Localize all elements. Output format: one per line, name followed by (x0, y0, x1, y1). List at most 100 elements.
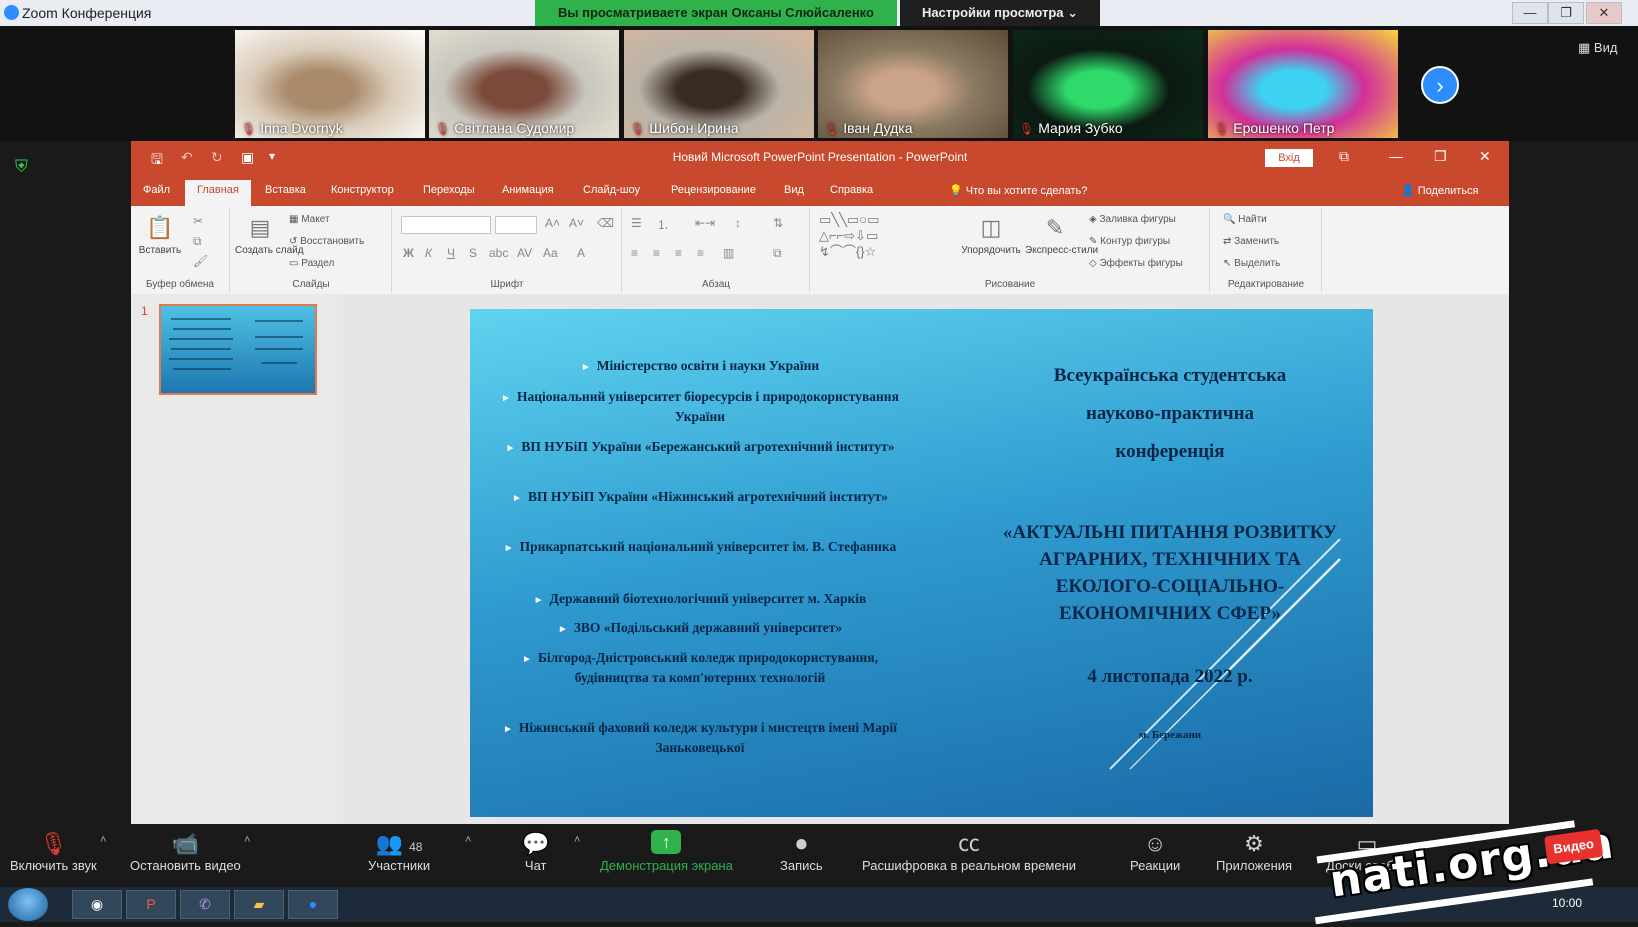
taskbar-app[interactable]: ● (288, 890, 338, 919)
ppt-maximize-button[interactable]: ❐ (1434, 148, 1447, 165)
smartart-icon[interactable]: ⧉ (773, 246, 782, 261)
select-button[interactable]: ↖ Выделить (1223, 258, 1280, 269)
spacing-icon[interactable]: AV (517, 246, 532, 260)
cut-icon[interactable]: ✂ (193, 214, 203, 228)
numbering-icon[interactable]: ⒈ (657, 216, 669, 233)
reset-button[interactable]: ↺ Восстановить (289, 236, 364, 247)
align-right-icon[interactable]: ≡ (675, 246, 682, 260)
shapes-gallery[interactable]: ▭╲╲▭○▭ △⌐⌐⇨⇩▭ ↯⌒⌒{}☆ (819, 212, 949, 260)
columns-icon[interactable]: ▥ (723, 246, 734, 260)
sign-in-button[interactable]: Вхід (1265, 149, 1313, 167)
reactions-button[interactable]: ☺ Реакции (1130, 830, 1180, 873)
slide-thumbnail[interactable] (159, 304, 317, 395)
participant-tile[interactable]: 🎙 Шибон Ирина (624, 30, 814, 138)
taskbar-app[interactable]: ◉ (72, 890, 122, 919)
change-case-icon[interactable]: Aa (543, 246, 558, 260)
tab-transitions[interactable]: Переходы (423, 184, 475, 196)
participant-name-text: Ерошенко Петр (1233, 120, 1335, 136)
chat-button[interactable]: 💬 Чат (522, 830, 549, 873)
window-close-button[interactable]: ✕ (1586, 2, 1622, 24)
stop-video-button[interactable]: 📹 Остановить видео (130, 830, 241, 873)
tab-insert[interactable]: Вставка (265, 184, 306, 196)
tab-view[interactable]: Вид (784, 184, 804, 196)
chat-caret-icon[interactable]: ˄ (574, 834, 580, 846)
tab-review[interactable]: Рецензирование (671, 184, 756, 196)
underline-icon[interactable]: Ч (447, 246, 455, 260)
italic-icon[interactable]: К (425, 246, 432, 260)
paste-button[interactable]: 📋 Вставить (135, 214, 185, 256)
shadow-icon[interactable]: S (469, 246, 477, 260)
record-button[interactable]: ⏺ Запись (780, 830, 823, 873)
line-spacing-icon[interactable]: ↕ (735, 216, 741, 230)
participants-caret-icon[interactable]: ˄ (465, 834, 471, 846)
new-slide-icon: ▤ (249, 215, 271, 240)
participant-tile[interactable]: 🎙 Світлана Судомир (429, 30, 619, 138)
layout-button[interactable]: ▦ Макет (289, 214, 330, 225)
align-center-icon[interactable]: ≡ (653, 246, 660, 260)
tab-help[interactable]: Справка (830, 184, 873, 196)
clear-format-icon[interactable]: ⌫ (597, 216, 614, 230)
shape-outline-button[interactable]: ✎ Контур фигуры (1089, 236, 1170, 247)
tab-home[interactable]: Главная (185, 180, 251, 206)
apps-button[interactable]: ⚙ Приложения (1216, 830, 1292, 873)
bold-icon[interactable]: Ж (403, 246, 414, 260)
strikethrough-icon[interactable]: abc (489, 246, 508, 260)
chat-icon: 💬 (522, 831, 550, 856)
live-transcription-button[interactable]: ㏄ Расшифровка в реальном времени (862, 830, 1076, 873)
font-size-select[interactable] (495, 216, 537, 234)
ppt-close-button[interactable]: ✕ (1479, 148, 1491, 165)
share-button[interactable]: 👤 Поделиться (1401, 184, 1479, 197)
share-screen-button[interactable]: ↑ Демонстрация экрана (600, 830, 733, 873)
taskbar-app[interactable]: P (126, 890, 176, 919)
transcription-label: Расшифровка в реальном времени (862, 858, 1077, 873)
participants-button[interactable]: 👥 48 Участники (368, 830, 430, 873)
window-minimize-button[interactable]: — (1512, 2, 1548, 24)
format-painter-icon[interactable]: 🖌 (193, 254, 208, 268)
ppt-minimize-button[interactable]: — (1389, 148, 1403, 164)
font-family-select[interactable] (401, 216, 491, 234)
text-direction-icon[interactable]: ⇅ (773, 216, 783, 230)
align-left-icon[interactable]: ≡ (631, 246, 638, 260)
decrease-font-icon[interactable]: A˅ (569, 216, 584, 230)
unmute-button[interactable]: 🎙 Включить звук (10, 830, 97, 873)
replace-button[interactable]: ⇄ Заменить (1223, 236, 1279, 247)
find-button[interactable]: 🔍 Найти (1223, 214, 1267, 225)
tab-design[interactable]: Конструктор (331, 184, 394, 196)
indent-icon[interactable]: ⇤⇥ (695, 216, 715, 230)
new-slide-button[interactable]: ▤ Создать слайд (235, 214, 304, 256)
increase-font-icon[interactable]: A˄ (545, 216, 560, 230)
ribbon-display-options-icon[interactable]: ⧉ (1339, 148, 1349, 165)
view-options-dropdown[interactable]: Настройки просмотра ⌄ (900, 0, 1100, 26)
justify-icon[interactable]: ≡ (697, 246, 704, 260)
tab-file[interactable]: Файл (143, 184, 170, 196)
gallery-view-button[interactable]: ▦ Вид (1578, 40, 1617, 56)
section-button[interactable]: ▭ Раздел (289, 258, 334, 269)
font-color-icon[interactable]: A (577, 246, 585, 260)
audio-options-caret-icon[interactable]: ˄ (100, 834, 106, 846)
bullets-icon[interactable]: ☰ (631, 216, 642, 230)
window-maximize-button[interactable]: ❐ (1548, 2, 1584, 24)
tab-slideshow[interactable]: Слайд-шоу (583, 184, 640, 196)
shape-fill-button[interactable]: ◈ Заливка фигуры (1089, 214, 1176, 225)
tell-me-search[interactable]: 💡 Что вы хотите сделать? (949, 184, 1087, 197)
arrange-button[interactable]: ◫ Упорядочить (961, 214, 1021, 256)
video-options-caret-icon[interactable]: ˄ (244, 834, 250, 846)
participant-tile[interactable]: 🎙 Мария Зубко (1013, 30, 1203, 138)
taskbar-app[interactable]: ▰ (234, 890, 284, 919)
org-text: ЗВО «Подільський державний університет» (573, 620, 843, 635)
quick-styles-button[interactable]: ✎ Экспресс-стили (1025, 214, 1098, 256)
participant-tile[interactable]: 🎙 Ерошенко Петр (1208, 30, 1398, 138)
next-participants-button[interactable]: › (1421, 66, 1459, 104)
windows-start-button[interactable] (8, 888, 48, 921)
tab-animations[interactable]: Анимация (502, 184, 554, 196)
shape-effects-button[interactable]: ◇ Эффекты фигуры (1089, 258, 1183, 269)
muted-mic-icon: 🎙 (630, 122, 646, 136)
participant-tile[interactable]: 🎙 Inna Dvornyk (235, 30, 425, 138)
slide[interactable]: ► Міністерство освіти і науки України ► На… (470, 309, 1373, 817)
system-clock[interactable]: 10:00 (1552, 896, 1582, 910)
copy-icon[interactable]: ⧉ (193, 234, 202, 249)
taskbar-app[interactable]: ✆ (180, 890, 230, 919)
slides-group: ▤ Создать слайд ▦ Макет ↺ Восстановить ▭ … (231, 208, 392, 292)
participant-tile[interactable]: 🎙 Іван Дудка (818, 30, 1008, 138)
smiley-icon: ☺ (1143, 831, 1167, 856)
